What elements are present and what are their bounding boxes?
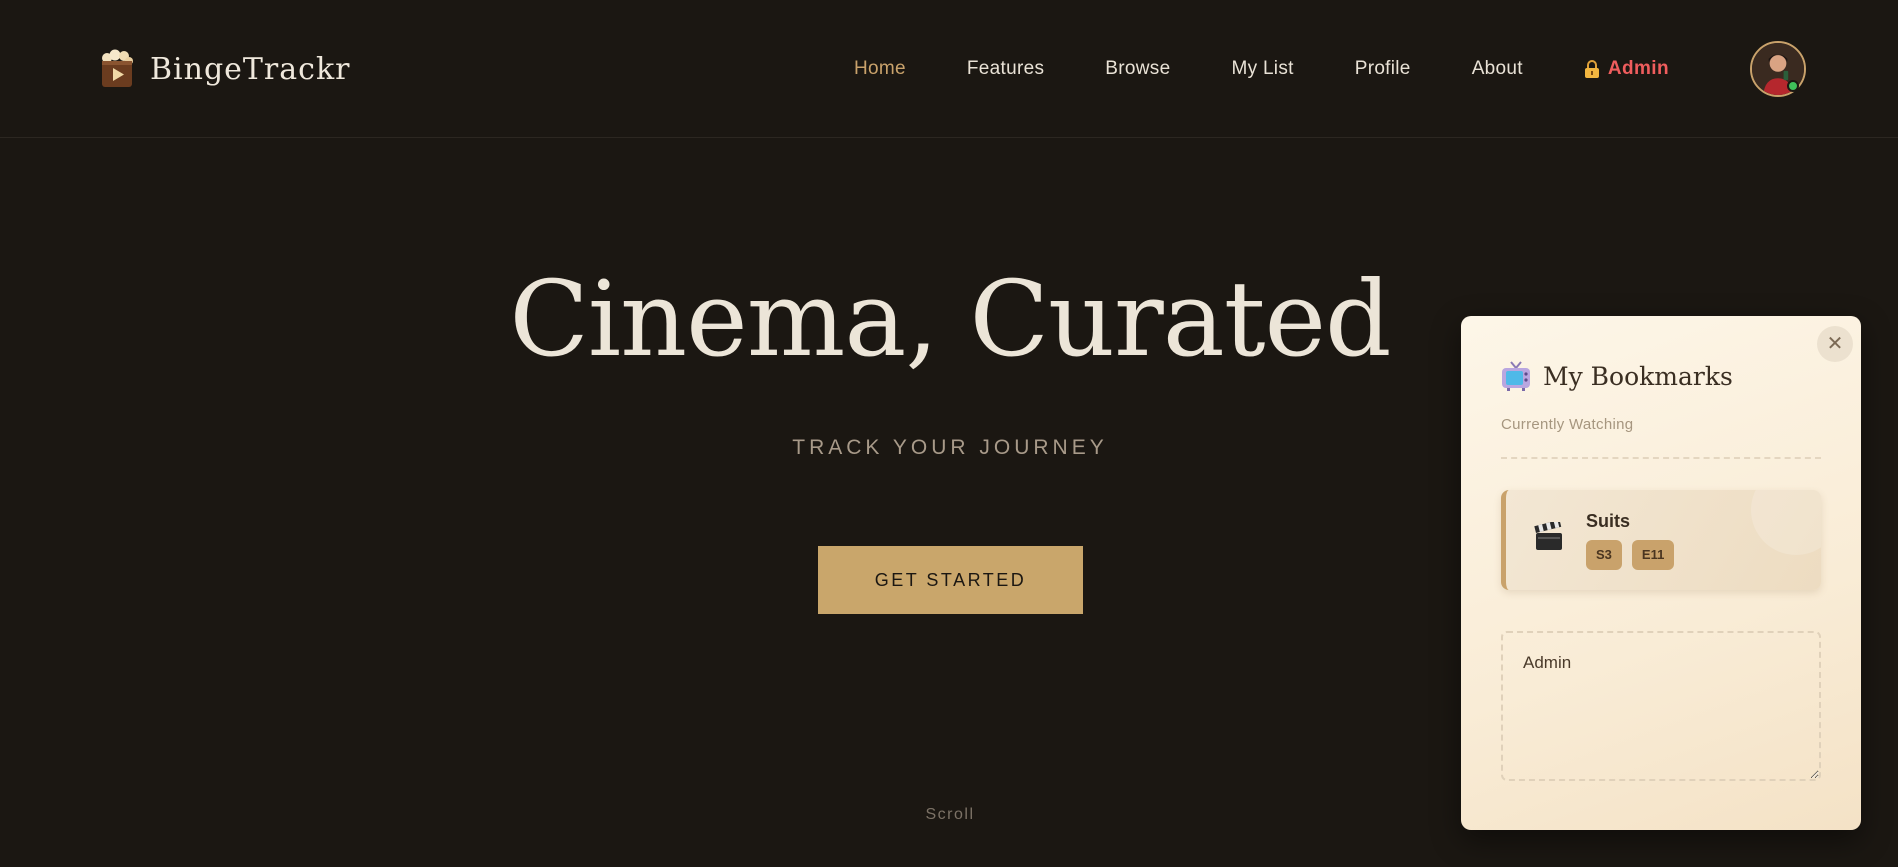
divider bbox=[1501, 457, 1821, 459]
bookmarks-title: My Bookmarks bbox=[1543, 361, 1733, 391]
online-status-dot bbox=[1787, 80, 1799, 92]
nav-my-list[interactable]: My List bbox=[1231, 58, 1293, 80]
close-button[interactable]: ✕ bbox=[1817, 326, 1853, 362]
bookmark-card[interactable]: Suits S3 E11 bbox=[1501, 490, 1821, 590]
site-header: BingeTrackr Home Features Browse My List… bbox=[0, 0, 1898, 138]
nav-profile[interactable]: Profile bbox=[1355, 58, 1411, 80]
clapper-board-icon bbox=[1534, 522, 1562, 550]
nav-admin-label: Admin bbox=[1607, 58, 1669, 79]
lock-icon bbox=[1584, 60, 1599, 78]
episode-chips: S3 E11 bbox=[1586, 540, 1675, 570]
nav-browse[interactable]: Browse bbox=[1105, 58, 1170, 80]
page: BingeTrackr Home Features Browse My List… bbox=[0, 0, 1898, 867]
popcorn-play-icon bbox=[102, 49, 133, 87]
get-started-button[interactable]: GET STARTED bbox=[818, 546, 1083, 614]
notes-textarea[interactable] bbox=[1501, 631, 1821, 781]
show-title: Suits bbox=[1586, 511, 1631, 531]
nav-features[interactable]: Features bbox=[967, 58, 1044, 80]
nav-home[interactable]: Home bbox=[854, 58, 906, 80]
brand-name: BingeTrackr bbox=[150, 51, 351, 87]
bookmarks-subtitle: Currently Watching bbox=[1501, 416, 1634, 433]
brand[interactable]: BingeTrackr bbox=[98, 47, 350, 91]
nav-about[interactable]: About bbox=[1472, 58, 1523, 80]
episode-badge: E11 bbox=[1631, 540, 1675, 570]
bookmarks-panel: ✕ My Bookmarks Currently Watching Suits … bbox=[1461, 316, 1861, 830]
close-icon: ✕ bbox=[1826, 333, 1844, 355]
tv-icon bbox=[1502, 361, 1530, 391]
season-badge: S3 bbox=[1586, 540, 1622, 570]
nav-admin[interactable]: Admin bbox=[1584, 58, 1669, 80]
bookmarks-header: My Bookmarks bbox=[1501, 360, 1733, 392]
main-nav: Home Features Browse My List Profile Abo… bbox=[854, 56, 1669, 82]
